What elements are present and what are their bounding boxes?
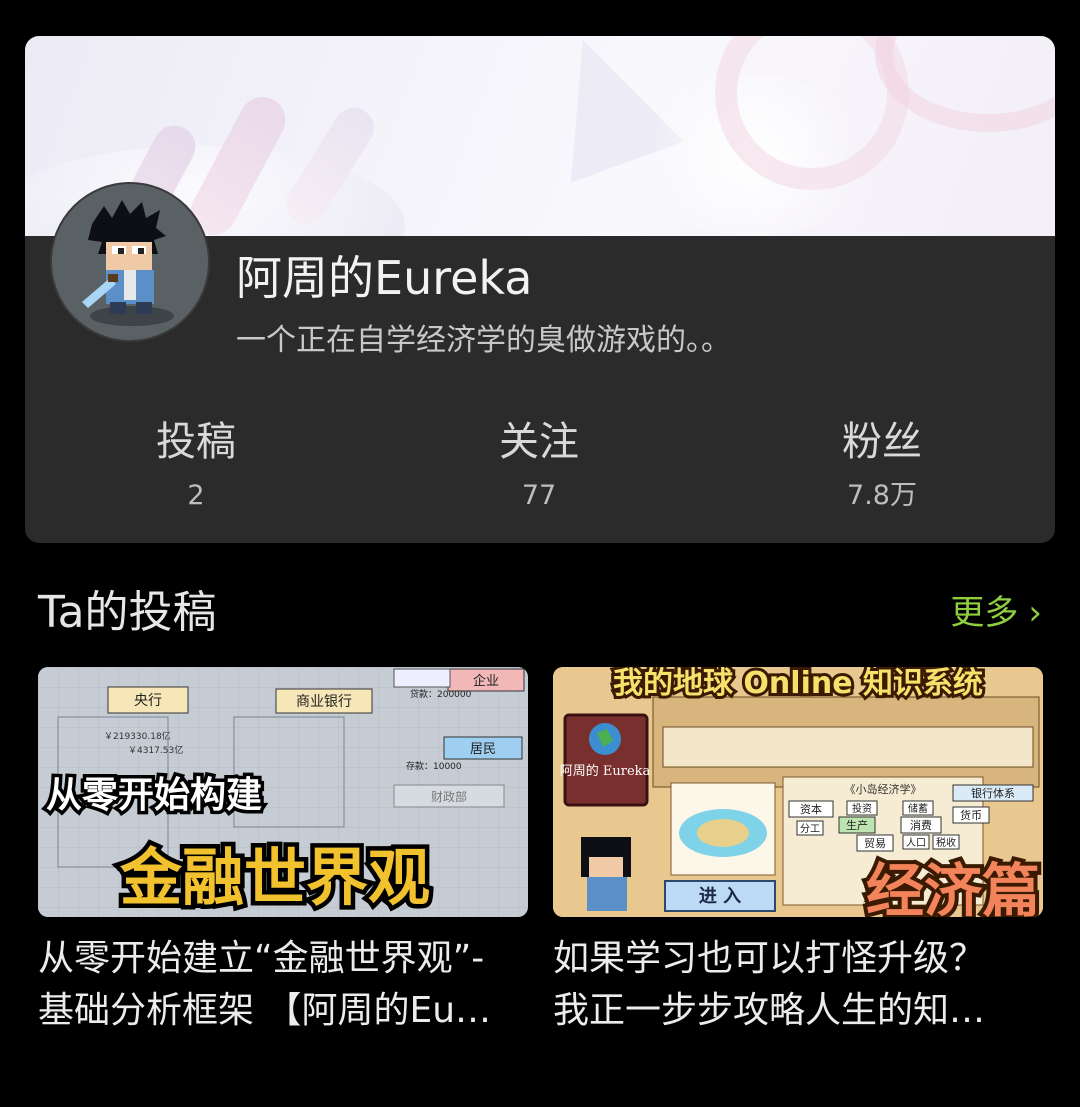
thumbnail-enter-button: 进 入	[699, 886, 741, 907]
label-enterprise: 企业	[473, 673, 499, 689]
thumb-node-capital: 资本	[800, 802, 822, 816]
thumb-node-production: 生产	[846, 818, 868, 832]
thumbnail-book-sign: 阿周的 Eureka	[560, 763, 651, 779]
finance-diagram-thumbnail: 央行 商业银行 企业 居民 贷款：200000 存款：10000 ￥219330…	[38, 667, 528, 917]
profile-bio: 一个正在自学经济学的臭做游戏的。。	[236, 323, 731, 358]
label-loan: 贷款：200000	[410, 688, 472, 700]
stat-value: 77	[521, 480, 557, 511]
thumb-node-population: 人口	[906, 837, 926, 849]
stat-label: 关注	[499, 419, 579, 465]
stat-following[interactable]: 关注 77	[419, 414, 659, 516]
label-residents: 居民	[470, 742, 496, 757]
more-label: 更多	[950, 593, 1019, 633]
thumb-node-banking: 银行体系	[971, 786, 1015, 800]
video-title-2[interactable]: 如果学习也可以打怪升级？ 我正一步步攻略人生的知…	[553, 933, 1043, 1037]
video-thumbnail-2[interactable]: 阿周的 Eureka 《小岛经济学》 资本 生产 消费 贸易 货币 银行体系 投…	[553, 667, 1043, 917]
label-amount-1: ￥219330.18亿	[104, 730, 171, 742]
label-central-bank: 央行	[134, 693, 162, 709]
avatar[interactable]	[50, 182, 210, 342]
pixel-character-avatar-icon	[82, 200, 174, 326]
stat-followers[interactable]: 粉丝 7.8万	[762, 414, 1002, 516]
stat-posts[interactable]: 投稿 2	[76, 414, 316, 516]
thumb-node-savings: 储蓄	[908, 802, 928, 815]
video-thumbnail-1[interactable]: 央行 商业银行 企业 居民 贷款：200000 存款：10000 ￥219330…	[38, 667, 528, 917]
thumbnail-panel-title: 《小岛经济学》	[845, 782, 922, 796]
thumb-node-trade: 贸易	[864, 837, 886, 850]
video-title-line: 从零开始建立“金融世界观”-	[38, 938, 485, 979]
more-link[interactable]: 更多 ›	[950, 590, 1042, 636]
thumb-node-tax: 税收	[936, 836, 956, 849]
thumbnail-headline-main: 经济篇	[866, 857, 1040, 917]
thumb-node-consumption: 消费	[910, 818, 932, 832]
thumb-node-division: 分工	[800, 823, 820, 835]
profile-username: 阿周的Eureka	[236, 251, 533, 305]
thumb-node-investment: 投资	[852, 802, 872, 815]
label-deposit: 存款：10000	[406, 760, 462, 772]
thumb-node-money: 货币	[960, 808, 982, 822]
profile-card: 阿周的Eureka 一个正在自学经济学的臭做游戏的。。 投稿 2 关注 77 粉…	[25, 36, 1055, 543]
stat-label: 粉丝	[842, 419, 922, 465]
label-commercial-bank: 商业银行	[296, 694, 352, 710]
knowledge-system-thumbnail: 阿周的 Eureka 《小岛经济学》 资本 生产 消费 贸易 货币 银行体系 投…	[553, 667, 1043, 917]
thumbnail-headline-top: 从零开始构建	[46, 775, 262, 816]
label-treasury: 财政部	[431, 789, 467, 804]
video-title-line: 基础分析框架 【阿周的Eu…	[38, 990, 492, 1031]
stat-label: 投稿	[156, 419, 236, 465]
video-title-line: 我正一步步攻略人生的知…	[553, 990, 986, 1031]
video-title-line: 如果学习也可以打怪升级？	[553, 938, 986, 979]
stat-value: 2	[187, 480, 205, 511]
label-amount-2: ￥4317.53亿	[128, 744, 183, 756]
thumbnail-headline-top: 我的地球 Online 知识系统	[613, 667, 983, 701]
thumbnail-headline-main: 金融世界观	[119, 841, 430, 914]
chevron-right-icon: ›	[1028, 593, 1042, 633]
section-title: Ta的投稿	[38, 587, 217, 638]
video-title-1[interactable]: 从零开始建立“金融世界观”- 基础分析框架 【阿周的Eu…	[38, 933, 528, 1037]
stat-value: 7.8万	[847, 480, 917, 511]
